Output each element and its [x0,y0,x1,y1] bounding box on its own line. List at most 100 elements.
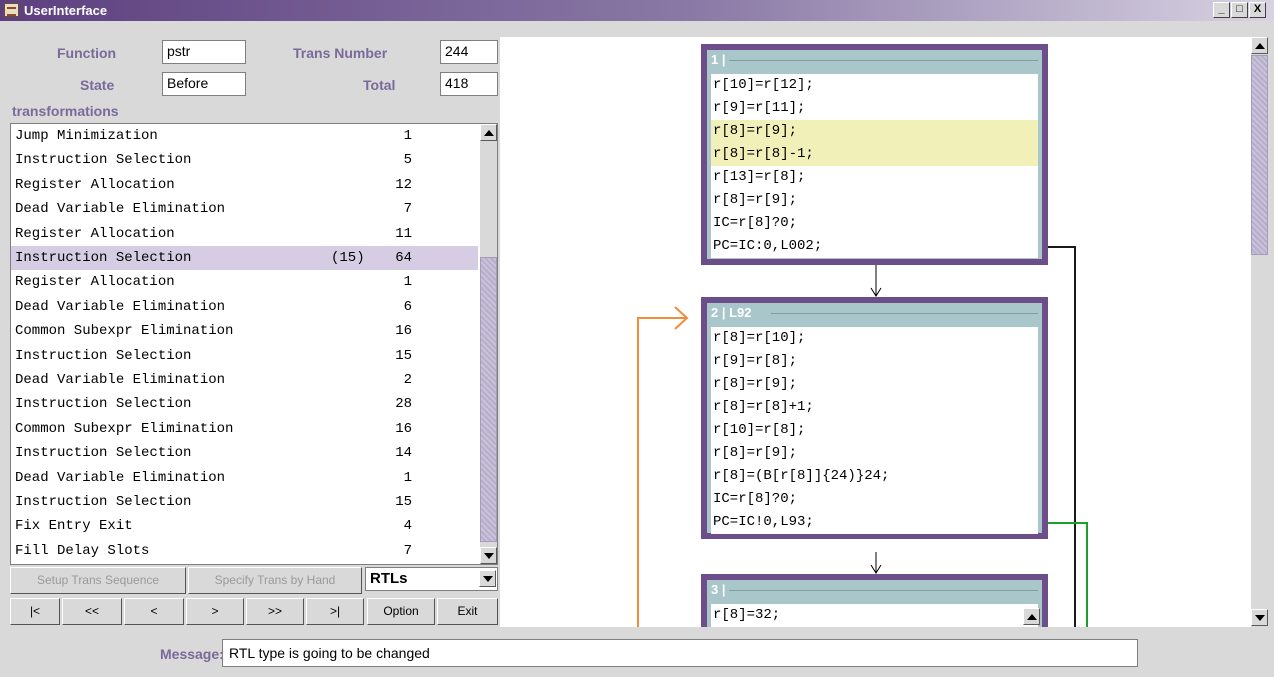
rtl-line[interactable]: r[8]=(B[r[8]]{24)}24; [711,465,1038,488]
rtl-line[interactable]: r[8]=r[9]; [711,189,1038,212]
app-icon [4,3,19,17]
transformation-row[interactable]: Instruction Selection 14 [11,441,478,465]
transformation-count: 28 [395,396,412,413]
edge-2-exit [1048,522,1088,627]
rtl-line[interactable]: r[8]=r[10]; [711,327,1038,350]
close-button[interactable]: X [1249,2,1266,18]
transformation-name: Dead Variable Elimination [15,372,226,388]
minimize-button[interactable]: _ [1213,2,1230,18]
rtl-line[interactable]: PC=IC!0,L93; [711,511,1038,534]
specify-trans-by-hand-button[interactable]: Specify Trans by Hand [188,567,362,594]
option-button[interactable]: Option [367,598,435,625]
transformation-row[interactable]: Common Subexpr Elimination 16 [11,319,478,343]
transformation-row[interactable]: Fill Delay Slots 7 [11,539,478,563]
transformation-row[interactable]: Instruction Selection (15) 64 [11,246,478,270]
transformation-row[interactable]: Register Allocation 12 [11,173,478,197]
rtl-line[interactable]: r[8]=r[9]; [711,373,1038,396]
rtl-line[interactable]: r[8]=32; [711,604,1038,627]
exit-button[interactable]: Exit [437,598,498,625]
transformation-count: 11 [395,225,412,242]
control-flow-graph[interactable]: 1 | r[10]=r[12]; r[9]=r[11]; r[8]=r[9]; r[8… [500,37,1251,627]
rtl-line[interactable]: r[10]=r[12]; [711,74,1038,97]
transformation-row[interactable]: Instruction Selection 15 [11,490,478,514]
edge-1-exit [1048,246,1076,627]
transformation-row[interactable]: Instruction Selection 15 [11,344,478,368]
chevron-down-icon[interactable] [479,570,496,587]
transformations-list[interactable]: Fill Delay Slots 7 Fix Entry Exit 4 Instruct… [10,123,498,565]
rtl-line[interactable]: r[10]=r[8]; [711,419,1038,442]
graph-scroll-thumb[interactable] [1251,55,1268,255]
transformation-name: Register Allocation [15,274,175,291]
rtl-line[interactable]: r[8]=r[9]; [711,120,1038,143]
transformation-count: 2 [403,372,412,388]
block-2-header: 2 | L92 [711,305,1038,325]
rtl-line[interactable]: PC=IC:0,L002; [711,235,1038,258]
rtl-line[interactable]: r[8]=r[8]+1; [711,396,1038,419]
basic-block-2[interactable]: 2 | L92 r[8]=r[10]; r[9]=r[8]; r[8]=r[9]; r… [701,297,1048,539]
rtl-line[interactable]: r[8]=r[9]; [711,442,1038,465]
transformation-count: 7 [403,542,412,559]
graph-scrollbar[interactable] [1251,37,1269,627]
scroll-up-icon[interactable] [480,124,497,141]
maximize-button[interactable]: □ [1231,2,1248,18]
message-field: RTL type is going to be changed [222,639,1138,667]
transformation-row[interactable]: Jump Minimization 1 [11,124,478,148]
transformation-name: Instruction Selection [15,396,192,413]
transformation-row[interactable]: Instruction Selection 5 [11,148,478,172]
transformation-row[interactable]: Fix Entry Exit 4 [11,514,478,538]
transformation-count: 12 [395,176,412,193]
rtl-line[interactable]: r[9]=r[11]; [711,97,1038,120]
graph-scroll-down-icon[interactable] [1251,609,1268,626]
transformation-name: Register Allocation [15,225,175,242]
list-scrollbar[interactable] [480,124,497,564]
block-3-code: r[8]=32; [711,604,1038,627]
transformation-name: Fix Entry Exit [15,518,133,535]
transformation-count: 4 [403,518,412,535]
trans-number-field[interactable]: 244 [440,40,498,64]
first-button[interactable]: |< [10,598,60,625]
setup-trans-sequence-button[interactable]: Setup Trans Sequence [10,567,186,594]
rewind-button[interactable]: << [62,598,122,625]
rtl-line[interactable]: IC=r[8]?0; [711,212,1038,235]
rtl-line[interactable]: r[9]=r[8]; [711,350,1038,373]
transformation-row[interactable]: Register Allocation 11 [11,222,478,246]
rtl-line[interactable]: r[8]=r[8]-1; [711,143,1038,166]
last-button[interactable]: >| [306,598,364,625]
scroll-down-icon[interactable] [480,547,497,564]
rtl-view-select-value: RTLs [370,570,408,587]
transformation-name: Instruction Selection [15,250,192,266]
state-field[interactable]: Before [162,72,246,96]
step-back-button[interactable]: < [124,598,184,625]
transformation-row[interactable]: Dead Variable Elimination 7 [11,197,478,221]
transformation-count: 1 [403,274,412,291]
transformation-row[interactable]: Dead Variable Elimination 6 [11,295,478,319]
rtl-line[interactable]: IC=r[8]?0; [711,488,1038,511]
basic-block-3[interactable]: 3 | r[8]=32; [701,574,1048,627]
block-3-header: 3 | [711,582,1038,602]
title-bar: UserInterface _ □ X [0,0,1274,21]
transformation-count: 5 [403,152,412,169]
transformation-count: 1 [403,469,412,486]
transformation-count: 16 [395,323,412,340]
rtl-view-select[interactable]: RTLs [365,567,498,591]
graph-scroll-up-icon[interactable] [1251,37,1268,54]
transformation-row[interactable]: Instruction Selection 28 [11,392,478,416]
transformation-row[interactable]: Common Subexpr Elimination 16 [11,417,478,441]
transformation-count: 15 [395,347,412,364]
transformation-count: 15 [395,494,412,510]
rtl-line[interactable]: r[13]=r[8]; [711,166,1038,189]
transformation-count: 14 [395,445,412,462]
basic-block-1[interactable]: 1 | r[10]=r[12]; r[9]=r[11]; r[8]=r[9]; r[8… [701,44,1048,265]
transformation-row[interactable]: Dead Variable Elimination 1 [11,466,478,490]
transformation-row[interactable]: Dead Variable Elimination 2 [11,368,478,392]
fast-forward-button[interactable]: >> [246,598,304,625]
transformation-count: 64 [395,250,412,266]
block-3-scroll-up-icon[interactable] [1023,608,1040,625]
total-field[interactable]: 418 [440,72,498,96]
message-label: Message: [160,646,224,662]
scroll-thumb[interactable] [480,257,497,542]
function-field[interactable]: pstr [162,40,246,64]
transformation-name: Dead Variable Elimination [15,201,226,218]
transformation-row[interactable]: Register Allocation 1 [11,270,478,294]
step-forward-button[interactable]: > [186,598,244,625]
